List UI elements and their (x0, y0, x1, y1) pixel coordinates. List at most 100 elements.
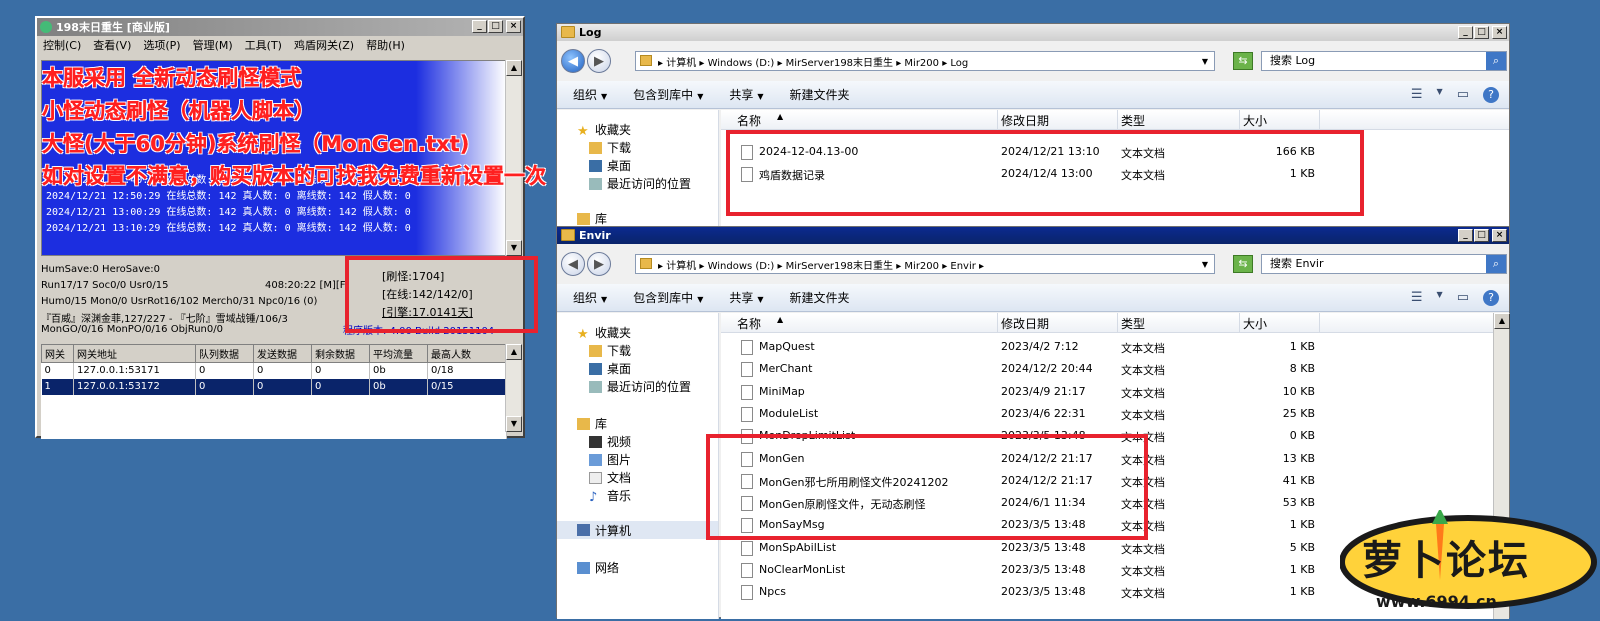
menu-tools[interactable]: 工具(T) (245, 37, 282, 53)
refresh-icon[interactable]: ⇆ (1233, 255, 1253, 273)
table-row[interactable]: 1 127.0.0.1:53172 0 0 0 0b 0/15 (41, 378, 507, 395)
column-name[interactable]: 名称 (737, 315, 761, 332)
envir-search-input[interactable]: 搜索 Envir ⌕ (1261, 254, 1507, 274)
column-header[interactable]: 剩余数据 (311, 344, 370, 363)
forward-arrow-icon[interactable]: ▶ (587, 252, 611, 276)
organize-button[interactable]: 组织 ▼ (573, 289, 607, 306)
column-header[interactable]: 网关地址 (73, 344, 196, 363)
search-icon[interactable]: ⌕ (1486, 52, 1506, 70)
view-options-icon[interactable]: ☰ (1411, 290, 1423, 306)
back-arrow-icon[interactable]: ◀ (561, 252, 585, 276)
nav-documents[interactable]: 文档 (589, 469, 631, 486)
view-options-icon[interactable]: ☰ (1411, 87, 1423, 103)
back-arrow-icon[interactable]: ◀ (561, 49, 585, 73)
nav-pictures[interactable]: 图片 (589, 451, 631, 468)
file-row[interactable]: MiniMap 2023/4/9 21:17 文本文档 10 KB (721, 380, 1493, 402)
column-header[interactable]: 平均流量 (369, 344, 428, 363)
menu-help[interactable]: 帮助(H) (366, 37, 405, 53)
share-button[interactable]: 共享 ▼ (729, 289, 763, 306)
nav-videos[interactable]: 视频 (589, 433, 631, 450)
envir-window-titlebar[interactable]: Envir _ □ × (557, 227, 1509, 244)
table-header-row: 网关 网关地址 队列数据 发送数据 剩余数据 平均流量 最高人数 (41, 344, 507, 363)
table-cell: 0 (195, 362, 254, 379)
maximize-button[interactable]: □ (1474, 26, 1489, 39)
chevron-down-icon[interactable]: ▼ (1437, 290, 1443, 306)
organize-button[interactable]: 组织 ▼ (573, 86, 607, 103)
column-size[interactable]: 大小 (1243, 315, 1267, 332)
menu-control[interactable]: 控制(C) (43, 37, 81, 53)
scroll-up-icon[interactable]: ▲ (506, 344, 522, 360)
forward-arrow-icon[interactable]: ▶ (587, 49, 611, 73)
search-icon[interactable]: ⌕ (1486, 255, 1506, 273)
file-row[interactable]: ModuleList 2023/4/6 22:31 文本文档 25 KB (721, 402, 1493, 424)
nav-desktop[interactable]: 桌面 (589, 157, 631, 174)
log-search-input[interactable]: 搜索 Log ⌕ (1261, 51, 1507, 71)
file-date: 2023/3/5 13:48 (1001, 585, 1086, 599)
nav-libraries[interactable]: 库 (577, 210, 607, 226)
new-folder-button[interactable]: 新建文件夹 (790, 86, 850, 103)
file-row[interactable]: MerChant 2024/12/2 20:44 文本文档 8 KB (721, 357, 1493, 379)
nav-recent[interactable]: 最近访问的位置 (589, 175, 691, 192)
column-size[interactable]: 大小 (1243, 112, 1267, 129)
table-row[interactable]: 0 127.0.0.1:53171 0 0 0 0b 0/18 (41, 362, 507, 379)
file-name: Npcs (759, 585, 786, 599)
file-date: 2023/4/6 22:31 (1001, 406, 1086, 420)
column-header[interactable]: 网关 (41, 344, 74, 363)
column-header[interactable]: 队列数据 (195, 344, 254, 363)
log-address-bar[interactable]: ▸ 计算机 ▸ Windows (D:) ▸ MirServer198末日重生 … (635, 51, 1215, 71)
nav-computer[interactable]: 计算机 (557, 521, 718, 539)
file-row[interactable]: MapQuest 2023/4/2 7:12 文本文档 1 KB (721, 335, 1493, 357)
nav-downloads[interactable]: 下载 (589, 342, 631, 359)
nav-libraries[interactable]: 库 (577, 415, 607, 432)
column-header[interactable]: 发送数据 (253, 344, 312, 363)
game-window-titlebar[interactable]: 198末日重生 [商业版] _ □ × (37, 18, 523, 36)
menu-view[interactable]: 查看(V) (93, 37, 131, 53)
minimize-button[interactable]: _ (1458, 26, 1473, 39)
minimize-button[interactable]: _ (472, 20, 487, 33)
share-button[interactable]: 共享 ▼ (729, 86, 763, 103)
maximize-button[interactable]: □ (1474, 229, 1489, 242)
column-type[interactable]: 类型 (1121, 315, 1145, 332)
chevron-down-icon[interactable]: ▼ (1437, 87, 1443, 103)
chevron-down-icon[interactable]: ▼ (1202, 260, 1208, 269)
folder-icon (561, 229, 575, 241)
nav-network[interactable]: 网络 (577, 559, 619, 576)
nav-favorites[interactable]: ★ 收藏夹 (577, 324, 631, 342)
help-icon[interactable]: ? (1483, 290, 1499, 306)
nav-favorites[interactable]: ★ 收藏夹 (577, 121, 631, 139)
menu-options[interactable]: 选项(P) (143, 37, 180, 53)
preview-pane-icon[interactable]: ▭ (1457, 87, 1469, 103)
column-name[interactable]: 名称 (737, 112, 761, 129)
table-scrollbar[interactable]: ▲ ▼ (505, 344, 522, 432)
scroll-down-icon[interactable]: ▼ (506, 416, 522, 432)
include-library-button[interactable]: 包含到库中 ▼ (633, 289, 703, 306)
close-button[interactable]: × (506, 20, 521, 33)
close-button[interactable]: × (1492, 26, 1507, 39)
nav-recent[interactable]: 最近访问的位置 (589, 378, 691, 395)
log-scrollbar[interactable]: ▲ ▼ (505, 60, 522, 256)
nav-music[interactable]: ♪ 音乐 (589, 487, 631, 505)
scroll-down-icon[interactable]: ▼ (506, 240, 522, 256)
column-date[interactable]: 修改日期 (1001, 315, 1049, 332)
minimize-button[interactable]: _ (1458, 229, 1473, 242)
column-header[interactable]: 最高人数 (427, 344, 507, 363)
envir-address-bar[interactable]: ▸ 计算机 ▸ Windows (D:) ▸ MirServer198末日重生 … (635, 254, 1215, 274)
close-button[interactable]: × (1492, 229, 1507, 242)
include-library-button[interactable]: 包含到库中 ▼ (633, 86, 703, 103)
overlay-line-2: 小怪动态刷怪（机器人脚本） (42, 99, 315, 123)
log-window-titlebar[interactable]: Log _ □ × (557, 24, 1509, 41)
maximize-button[interactable]: □ (488, 20, 503, 33)
menu-manage[interactable]: 管理(M) (193, 37, 233, 53)
scroll-up-icon[interactable]: ▲ (506, 60, 522, 76)
menu-gateway[interactable]: 鸡盾网关(Z) (294, 37, 354, 53)
column-type[interactable]: 类型 (1121, 112, 1145, 129)
new-folder-button[interactable]: 新建文件夹 (790, 289, 850, 306)
preview-pane-icon[interactable]: ▭ (1457, 290, 1469, 306)
scroll-up-icon[interactable]: ▲ (1494, 313, 1510, 329)
column-date[interactable]: 修改日期 (1001, 112, 1049, 129)
chevron-down-icon[interactable]: ▼ (1202, 57, 1208, 66)
help-icon[interactable]: ? (1483, 87, 1499, 103)
nav-desktop[interactable]: 桌面 (589, 360, 631, 377)
refresh-icon[interactable]: ⇆ (1233, 52, 1253, 70)
nav-downloads[interactable]: 下载 (589, 139, 631, 156)
